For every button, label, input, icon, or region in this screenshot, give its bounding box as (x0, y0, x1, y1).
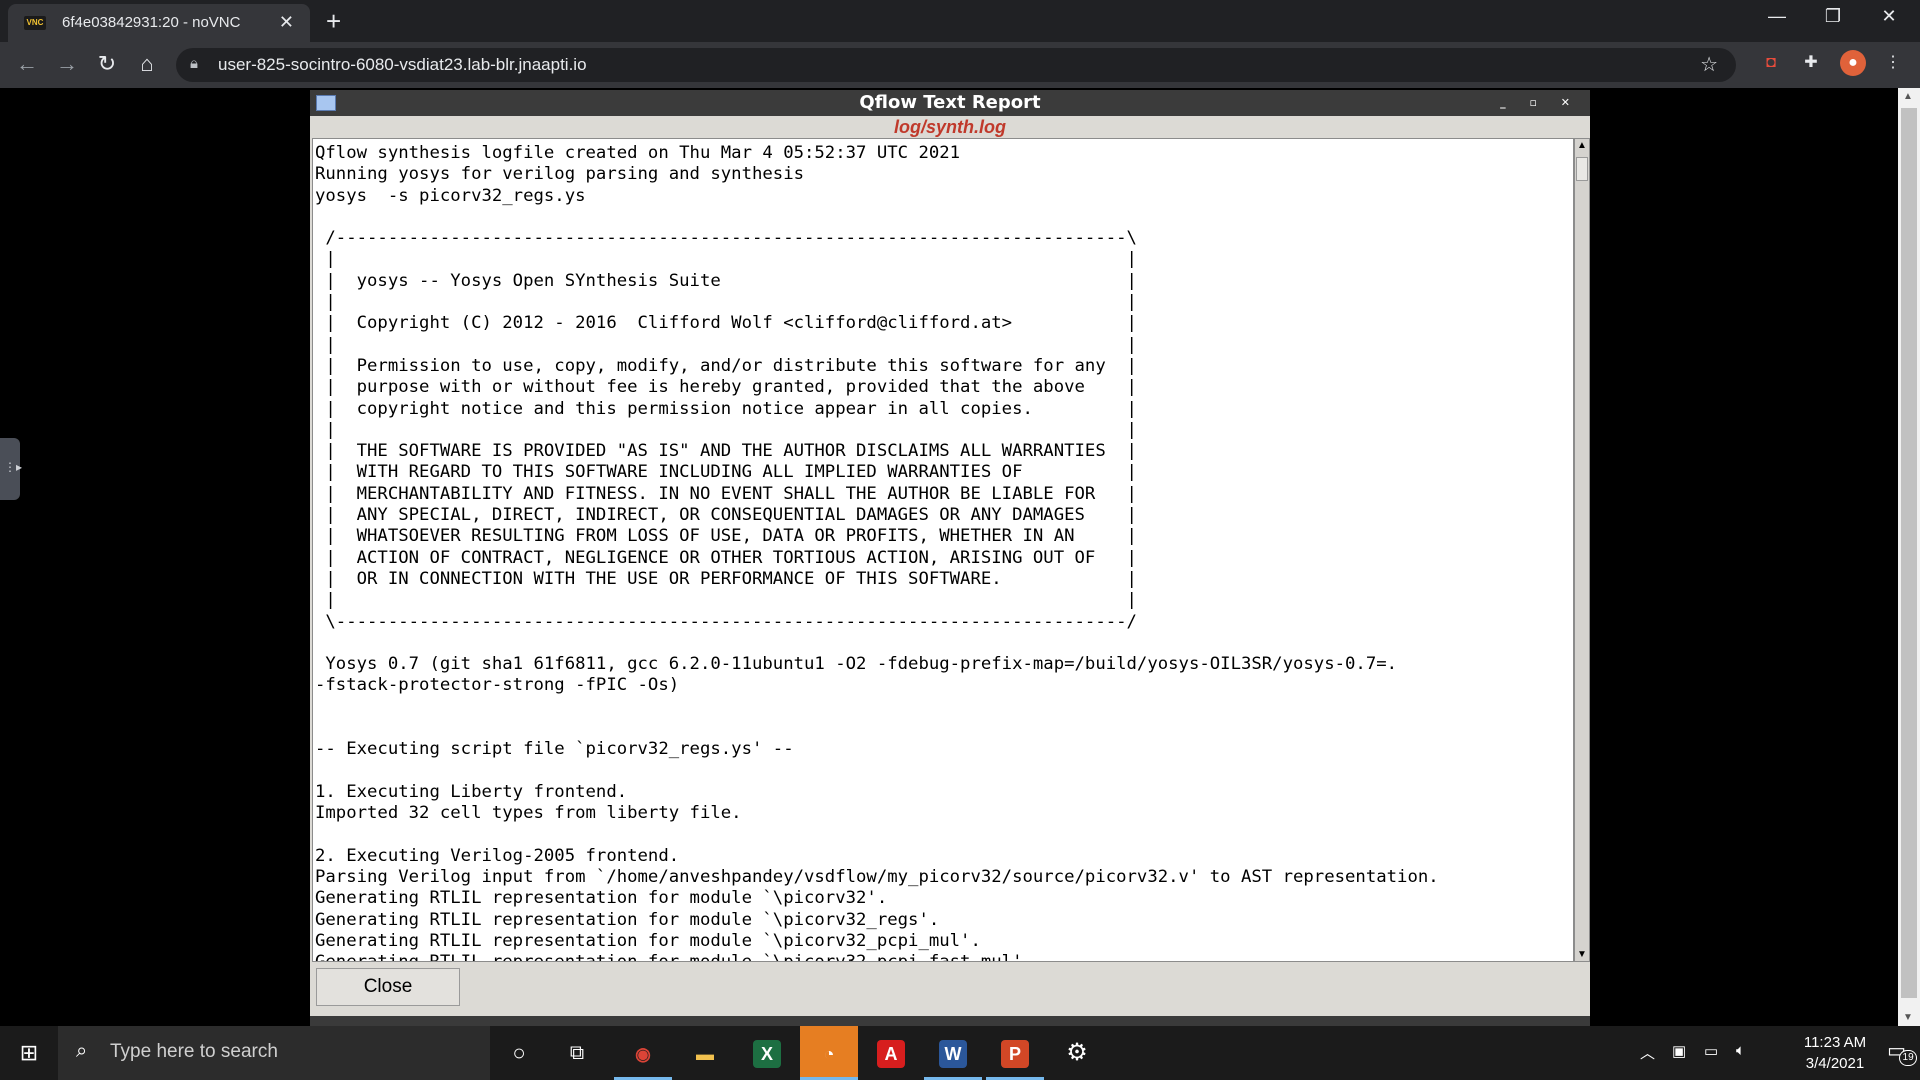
scroll-thumb[interactable] (1576, 157, 1588, 181)
maximize-button[interactable]: ❐ (1810, 6, 1856, 27)
cortana-icon[interactable]: ○ (490, 1026, 548, 1080)
clock-date: 3/4/2021 (1805, 1055, 1865, 1072)
browser-toolbar: ← → ↻ ⌂ 🔒︎ user-825-socintro-6080-vsdiat… (0, 42, 1920, 88)
battery-icon[interactable]: ▭ (1704, 1042, 1718, 1060)
log-scrollbar[interactable]: ▲ ▼ (1574, 138, 1590, 962)
back-icon[interactable]: ← (12, 51, 42, 77)
window-titlebar[interactable]: Qflow Text Report _ ▫ ✕ (310, 90, 1590, 116)
page-scroll-down-icon[interactable]: ▼ (1903, 1012, 1913, 1023)
window-icon (316, 95, 336, 111)
volume-icon[interactable]: 🔈︎ (1736, 1042, 1745, 1059)
window-controls[interactable]: _ ▫ ✕ (1500, 90, 1580, 116)
page-scrollbar[interactable]: ▲ ▼ (1898, 88, 1920, 1026)
windows-start-icon[interactable]: ⊞ (0, 1026, 58, 1080)
scroll-up-icon[interactable]: ▲ (1577, 140, 1587, 151)
acrobat-icon[interactable]: A (862, 1026, 920, 1080)
menu-kebab-icon[interactable]: ⋮ (1880, 50, 1906, 76)
taskbar-search-box[interactable]: ⌕ Type here to search (58, 1026, 490, 1080)
reload-icon[interactable]: ↻ (92, 51, 122, 77)
close-tab-icon[interactable]: ✕ (279, 12, 294, 33)
system-tray: ︿ ▣ ▭ 🔈︎ 11:23 AM 3/4/2021 ▭ 19 (1640, 1026, 1920, 1080)
handle-grip-icon: ⋮▸ (4, 460, 23, 474)
minimize-button[interactable]: — (1754, 6, 1800, 27)
word-icon[interactable]: W (924, 1026, 982, 1080)
search-placeholder: Type here to search (110, 1041, 278, 1062)
extensions-puzzle-icon[interactable]: ✚ (1798, 50, 1824, 76)
page-scroll-thumb[interactable] (1901, 108, 1917, 998)
remote-desktop-panel (310, 1016, 1590, 1026)
show-hidden-icons-chevron-icon[interactable]: ︿ (1640, 1042, 1655, 1063)
clock-time: 11:23 AM (1803, 1034, 1867, 1051)
vnc-favicon-icon: VNC (24, 16, 46, 30)
close-button[interactable]: Close (316, 968, 460, 1006)
settings-gear-icon[interactable]: ⚙ (1048, 1026, 1106, 1080)
chrome-icon[interactable]: ◉ (614, 1026, 672, 1080)
close-window-button[interactable]: ✕ (1866, 6, 1912, 27)
log-file-name: log/synth.log (894, 117, 1006, 137)
powerpoint-icon[interactable]: P (986, 1026, 1044, 1080)
app-orange-icon[interactable]: ◔ (800, 1026, 858, 1080)
button-bar: Close (310, 962, 1590, 1010)
address-bar[interactable]: 🔒︎ user-825-socintro-6080-vsdiat23.lab-b… (176, 48, 1736, 82)
lock-icon: 🔒︎ (190, 55, 198, 72)
vnc-viewport[interactable]: ⋮▸ Qflow Text Report _ ▫ ✕ log/synth.log… (0, 88, 1920, 1030)
windows-taskbar: ⊞ ⌕ Type here to search ○ ⧉ ◉ ▬ X ◔ A W … (0, 1026, 1920, 1080)
scroll-down-icon[interactable]: ▼ (1577, 949, 1587, 960)
search-icon: ⌕ (76, 1040, 88, 1062)
meet-now-icon[interactable]: ▣ (1672, 1042, 1686, 1060)
notification-count: 19 (1899, 1050, 1918, 1066)
pocket-extension-icon[interactable]: ◘ (1758, 50, 1784, 76)
log-content: Qflow synthesis logfile created on Thu M… (315, 143, 1439, 961)
file-explorer-icon[interactable]: ▬ (676, 1026, 734, 1080)
url-text[interactable]: user-825-socintro-6080-vsdiat23.lab-blr.… (218, 55, 587, 75)
profile-avatar[interactable]: ● (1840, 50, 1866, 76)
tab-title: 6f4e03842931:20 - noVNC (62, 14, 241, 31)
forward-icon[interactable]: → (52, 51, 82, 77)
bookmark-star-icon[interactable]: ☆ (1700, 52, 1718, 77)
log-text-area[interactable]: Qflow synthesis logfile created on Thu M… (312, 138, 1574, 962)
browser-tab[interactable]: VNC 6f4e03842931:20 - noVNC ✕ (8, 4, 310, 42)
browser-tab-strip: VNC 6f4e03842931:20 - noVNC ✕ + — ❐ ✕ (0, 0, 1920, 42)
taskbar-clock[interactable]: 11:23 AM 3/4/2021 (1790, 1032, 1880, 1074)
task-view-icon[interactable]: ⧉ (548, 1026, 606, 1080)
window-title: Qflow Text Report (859, 92, 1041, 113)
excel-icon[interactable]: X (738, 1026, 796, 1080)
new-tab-button[interactable]: + (326, 6, 341, 37)
home-icon[interactable]: ⌂ (132, 51, 162, 77)
action-center-icon[interactable]: ▭ 19 (1887, 1038, 1918, 1066)
qflow-text-report-window: Qflow Text Report _ ▫ ✕ log/synth.log Qf… (310, 90, 1590, 1030)
novnc-control-bar-handle[interactable]: ⋮▸ (0, 438, 23, 500)
page-scroll-up-icon[interactable]: ▲ (1903, 91, 1913, 102)
